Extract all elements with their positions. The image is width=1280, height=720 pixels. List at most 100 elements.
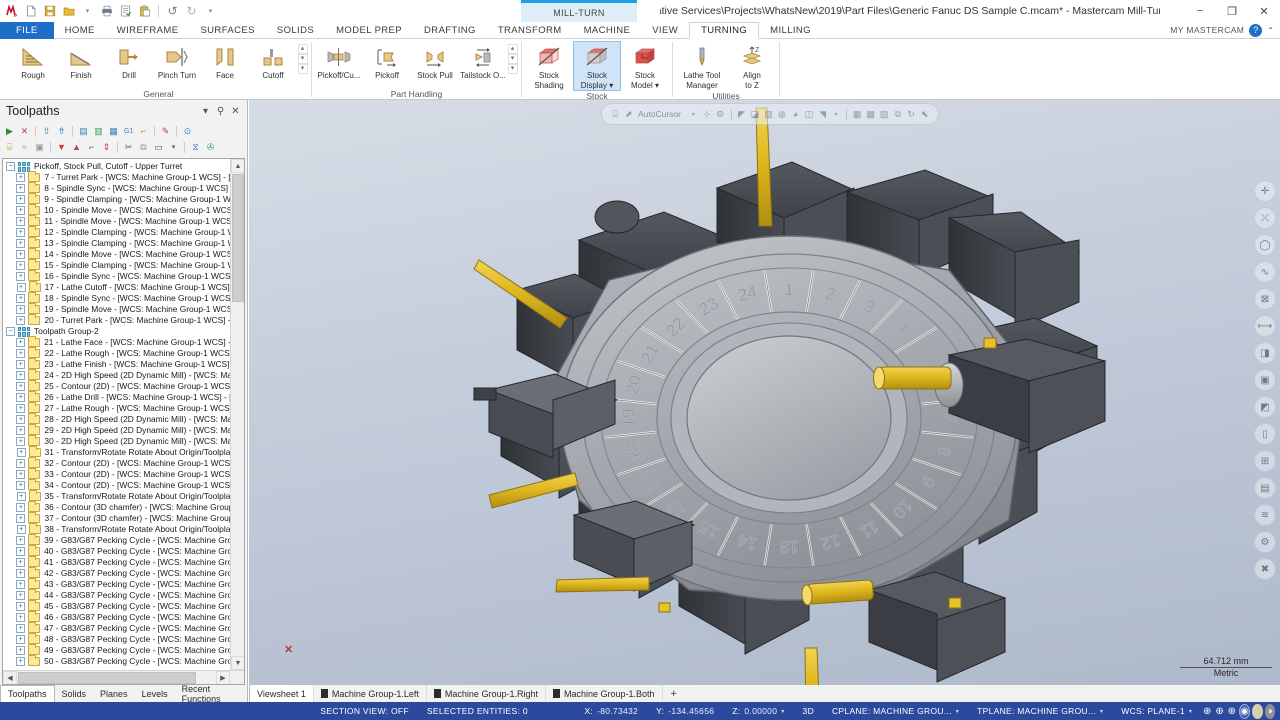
print-preview-icon[interactable]: [117, 3, 134, 20]
toolpath-node[interactable]: +13 - Spindle Clamping - [WCS: Machine G…: [3, 237, 230, 249]
graphics-viewport[interactable]: 123456789101112131415161718192021222324: [249, 100, 1280, 685]
unzoom-icon[interactable]: ⤫: [1254, 207, 1276, 229]
move-insert-icon[interactable]: ⌐: [84, 140, 99, 155]
toolpath-node[interactable]: +25 - Contour (2D) - [WCS: Machine Group…: [3, 380, 230, 392]
expand-icon[interactable]: +: [16, 470, 26, 479]
expand-icon[interactable]: +: [16, 272, 26, 281]
expand-icon[interactable]: +: [16, 250, 26, 259]
snap-origin-icon[interactable]: ⊹: [702, 107, 713, 122]
toolpath-node[interactable]: +46 - G83/G87 Pecking Cycle - [WCS: Mach…: [3, 611, 230, 623]
tab-view[interactable]: VIEW: [641, 22, 689, 39]
status-section-view[interactable]: SECTION VIEW: OFF: [311, 706, 418, 716]
snap-intersection-icon[interactable]: ◍: [777, 107, 788, 122]
toolpath-node[interactable]: +8 - Spindle Sync - [WCS: Machine Group-…: [3, 182, 230, 194]
toolpath-node[interactable]: +38 - Transform/Rotate Rotate About Orig…: [3, 523, 230, 535]
expand-icon[interactable]: +: [16, 459, 26, 468]
expand-icon[interactable]: +: [16, 635, 26, 644]
expand-icon[interactable]: +: [16, 613, 26, 622]
expand-icon[interactable]: +: [16, 371, 26, 380]
status-wcs[interactable]: WCS: PLANE-1 ▾: [1112, 706, 1201, 716]
autocursor-caret-icon[interactable]: ▾: [688, 107, 699, 122]
snap-nearest-icon[interactable]: ◥: [817, 107, 828, 122]
expand-icon[interactable]: +: [16, 206, 26, 215]
toolpath-node[interactable]: +27 - Lathe Rough - [WCS: Machine Group-…: [3, 402, 230, 414]
expand-icon[interactable]: +: [16, 657, 26, 666]
gnomon-yz-icon[interactable]: ⊕: [1215, 704, 1225, 719]
tab-machine[interactable]: MACHINE: [573, 22, 642, 39]
panel-pin-icon[interactable]: ⚲: [213, 104, 228, 119]
open-dropdown-icon[interactable]: ▾: [79, 3, 96, 20]
mastercam-logo-icon[interactable]: 19: [3, 3, 20, 20]
expand-icon[interactable]: +: [16, 173, 26, 182]
lathe-tool-manager-button[interactable]: Lathe Tool Manager: [676, 41, 728, 91]
scroll-down-icon[interactable]: ▾: [297, 54, 308, 64]
open-folder-icon[interactable]: [60, 3, 77, 20]
toolpath-node[interactable]: +50 - G83/G87 Pecking Cycle - [WCS: Mach…: [3, 655, 230, 667]
status-cplane[interactable]: CPLANE: MACHINE GROU... ▾: [823, 706, 968, 716]
finish-button[interactable]: Finish: [57, 41, 105, 88]
toolpath-node[interactable]: +41 - G83/G87 Pecking Cycle - [WCS: Mach…: [3, 556, 230, 568]
tab-model-prep[interactable]: MODEL PREP: [325, 22, 413, 39]
surface-snap-icon[interactable]: ▩: [865, 107, 876, 122]
more-icon[interactable]: ▾: [166, 140, 181, 155]
scroll-left-arrow[interactable]: ◀: [3, 671, 17, 684]
face-button[interactable]: Face: [201, 41, 249, 88]
wireframe-shading-icon[interactable]: ◨: [1254, 342, 1276, 364]
snap-point-icon[interactable]: ◫: [804, 107, 815, 122]
expand-icon[interactable]: +: [16, 393, 26, 402]
expand-icon[interactable]: +: [16, 228, 26, 237]
toolpath-node[interactable]: +31 - Transform/Rotate Rotate About Orig…: [3, 446, 230, 458]
toolpath-node[interactable]: +17 - Lathe Cutoff - [WCS: Machine Group…: [3, 281, 230, 293]
fit-width-icon[interactable]: ⟼: [1254, 315, 1276, 337]
snap-arc-center-icon[interactable]: ▨: [763, 107, 774, 122]
expand-icon[interactable]: +: [16, 415, 26, 424]
scroll-expand-icon[interactable]: ▾: [507, 64, 518, 74]
expand-icon[interactable]: +: [16, 261, 26, 270]
toolpath-node[interactable]: +35 - Transform/Rotate Rotate About Orig…: [3, 490, 230, 502]
expand-icon[interactable]: +: [16, 591, 26, 600]
dynamic-rotate-icon[interactable]: ∿: [1254, 261, 1276, 283]
print-icon[interactable]: [98, 3, 115, 20]
gnomon-xz-icon[interactable]: ⊕: [1227, 704, 1237, 719]
toolpath-node[interactable]: +39 - G83/G87 Pecking Cycle - [WCS: Mach…: [3, 534, 230, 546]
toggle-display-icon[interactable]: ▣: [32, 140, 47, 155]
autocursor-lock-icon[interactable]: ⌸: [610, 107, 621, 122]
snap-midpoint-icon[interactable]: ◪: [750, 107, 761, 122]
toolpath-node[interactable]: +29 - 2D High Speed (2D Dynamic Mill) - …: [3, 424, 230, 436]
stock-display-button[interactable]: Stock Display ▾: [573, 41, 621, 91]
stock-shading-button[interactable]: Stock Shading: [525, 41, 573, 91]
tplane-dropdown-icon[interactable]: ▾: [1100, 708, 1103, 715]
status-dimension-mode[interactable]: 3D: [794, 706, 823, 716]
customize-qat-icon[interactable]: ▾: [202, 3, 219, 20]
autocursor-select-icon[interactable]: ⬈: [624, 107, 635, 122]
scroll-up-icon[interactable]: ▴: [507, 44, 518, 54]
align-to-z-button[interactable]: Z Align to Z: [728, 41, 776, 91]
isometric-view-icon[interactable]: ⊠: [1254, 288, 1276, 310]
gnomon-xy-icon[interactable]: ⊕: [1202, 704, 1212, 719]
panel-dropdown-icon[interactable]: ▾: [198, 104, 213, 119]
move-arrow-icon[interactable]: ⇕: [99, 140, 114, 155]
toolpath-node[interactable]: +45 - G83/G87 Pecking Cycle - [WCS: Mach…: [3, 600, 230, 612]
toolpath-node[interactable]: +34 - Contour (2D) - [WCS: Machine Group…: [3, 479, 230, 491]
toolpath-node[interactable]: +15 - Spindle Clamping - [WCS: Machine G…: [3, 259, 230, 271]
regenerate-dirty-icon[interactable]: ⇧: [39, 124, 54, 139]
stock-display-icon[interactable]: ≋: [1254, 504, 1276, 526]
tab-solids[interactable]: SOLIDS: [266, 22, 325, 39]
expand-icon[interactable]: +: [16, 316, 26, 325]
scroll-down-icon[interactable]: ▾: [507, 54, 518, 64]
toolpath-node[interactable]: +16 - Spindle Sync - [WCS: Machine Group…: [3, 270, 230, 282]
stock-pull-button[interactable]: Stock Pull: [411, 41, 459, 88]
tab-milling[interactable]: MILLING: [759, 22, 822, 39]
expand-icon[interactable]: +: [16, 426, 26, 435]
toolpath-node[interactable]: +43 - G83/G87 Pecking Cycle - [WCS: Mach…: [3, 578, 230, 590]
select-all-toolpaths-icon[interactable]: ▶: [2, 124, 17, 139]
toolpath-node[interactable]: +23 - Lathe Finish - [WCS: Machine Group…: [3, 358, 230, 370]
expand-icon[interactable]: +: [16, 624, 26, 633]
expand-icon[interactable]: +: [16, 217, 26, 226]
manager-tab-recent-functions[interactable]: Recent Functions: [175, 684, 247, 704]
tab-turning[interactable]: TURNING: [689, 22, 760, 39]
toolpath-node[interactable]: +7 - Turret Park - [WCS: Machine Group-1…: [3, 171, 230, 183]
scroll-down-arrow[interactable]: ▼: [231, 656, 244, 670]
toolpath-node[interactable]: +9 - Spindle Clamping - [WCS: Machine Gr…: [3, 193, 230, 205]
material-color-icon[interactable]: [1252, 703, 1263, 719]
